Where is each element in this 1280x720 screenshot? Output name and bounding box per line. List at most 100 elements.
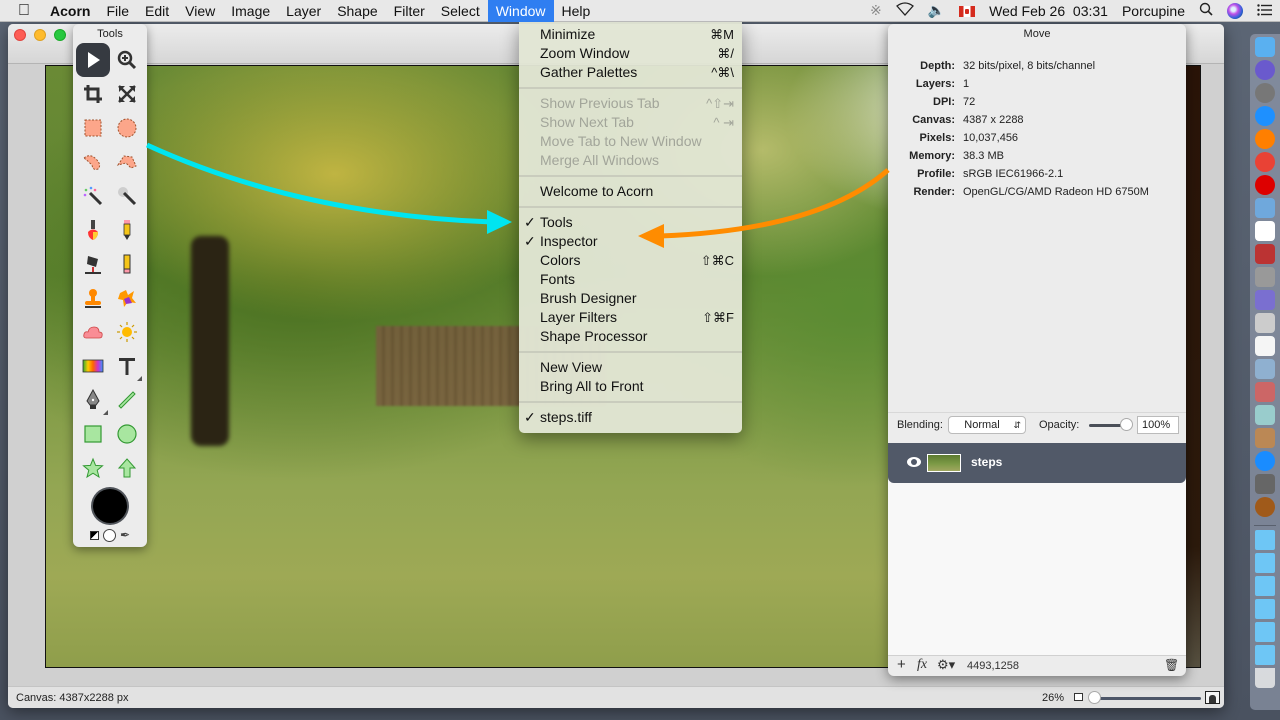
menu-item-brush-designer[interactable]: Brush Designer (519, 289, 742, 308)
dock-app-safari-icon[interactable] (1255, 106, 1275, 126)
menu-item-zoom-window[interactable]: Zoom Window ⌘/ (519, 44, 742, 63)
dock-app-firefox-icon[interactable] (1255, 129, 1275, 149)
layer-filters-button[interactable]: fx (917, 657, 927, 673)
menu-filter[interactable]: Filter (386, 0, 433, 22)
crop-tool[interactable] (76, 77, 110, 111)
menu-item-gather-palettes[interactable]: Gather Palettes ^⌘\ (519, 63, 742, 82)
menu-item-inspector[interactable]: ✓ Inspector (519, 232, 742, 251)
zoom-tool[interactable] (110, 43, 144, 77)
gradient-tool[interactable] (76, 349, 110, 383)
dock-folder-icon[interactable] (1255, 530, 1275, 550)
cloud-tool[interactable] (76, 315, 110, 349)
minimize-button[interactable] (34, 29, 46, 41)
menu-item-bring-all-to-front[interactable]: Bring All to Front (519, 377, 742, 396)
line-tool[interactable] (110, 383, 144, 417)
dock-app-siri-icon[interactable] (1255, 60, 1275, 80)
menu-item-tools[interactable]: ✓ Tools (519, 213, 742, 232)
menu-select[interactable]: Select (433, 0, 488, 22)
dock-app-launchpad-icon[interactable] (1255, 83, 1275, 103)
magic-wand-tool[interactable] (76, 179, 110, 213)
effects-brush-tool[interactable] (110, 281, 144, 315)
rect-select-tool[interactable] (76, 111, 110, 145)
dock-app-calendar-icon[interactable] (1255, 221, 1275, 241)
visibility-eye-icon[interactable] (907, 457, 921, 467)
dock-folder-icon[interactable] (1255, 645, 1275, 665)
color-well[interactable] (93, 489, 127, 523)
layer-row[interactable]: steps (888, 443, 1186, 483)
instant-alpha-tool[interactable] (110, 179, 144, 213)
dock-app-photos-icon[interactable] (1255, 428, 1275, 448)
menu-shape[interactable]: Shape (329, 0, 385, 22)
trash-icon[interactable]: 🗑 (1164, 658, 1179, 672)
menu-item-shape-processor[interactable]: Shape Processor (519, 327, 742, 346)
transform-tool[interactable] (110, 77, 144, 111)
gear-menu-icon[interactable]: ⚙▾ (937, 657, 955, 673)
brush-tool[interactable] (76, 213, 110, 247)
dock-app-textedit-icon[interactable] (1255, 336, 1275, 356)
dock-folder-icon[interactable] (1255, 576, 1275, 596)
close-button[interactable] (14, 29, 26, 41)
menu-file[interactable]: File (98, 0, 137, 22)
menu-image[interactable]: Image (223, 0, 278, 22)
menu-item-new-view[interactable]: New View (519, 358, 742, 377)
clock[interactable]: Wed Feb 26 03:31 (982, 3, 1115, 19)
siri-icon[interactable] (1220, 2, 1250, 20)
dock-app-system-preferences-icon[interactable] (1255, 474, 1275, 494)
ellipse-select-tool[interactable] (110, 111, 144, 145)
notification-center-icon[interactable] (1250, 3, 1280, 19)
dock-folder-icon[interactable] (1255, 622, 1275, 642)
wifi-icon[interactable] (889, 2, 921, 19)
bezier-pen-tool[interactable] (76, 383, 110, 417)
dock-folder-icon[interactable] (1255, 553, 1275, 573)
eraser-tool[interactable] (110, 247, 144, 281)
dock-app-calculator-icon[interactable] (1255, 267, 1275, 287)
dock-app-app-store-icon[interactable] (1255, 451, 1275, 471)
fill-color-swatch[interactable] (102, 528, 116, 542)
bluetooth-icon[interactable]: ※ (863, 2, 889, 19)
apple-menu-icon[interactable]:  (0, 0, 42, 22)
dock-trash-icon[interactable] (1255, 668, 1275, 688)
dock-app-maps-icon[interactable] (1255, 405, 1275, 425)
rectangle-shape-tool[interactable] (76, 417, 110, 451)
user-name[interactable]: Porcupine (1115, 3, 1192, 19)
star-shape-tool[interactable] (76, 451, 110, 485)
zoom-slider-knob[interactable] (1088, 691, 1101, 704)
menu-view[interactable]: View (177, 0, 223, 22)
menu-window[interactable]: Window (487, 0, 554, 22)
dock-app-acorn-icon[interactable] (1255, 497, 1275, 517)
zoom-out-icon[interactable] (1074, 693, 1083, 701)
polygon-lasso-tool[interactable] (110, 145, 144, 179)
oval-shape-tool[interactable] (110, 417, 144, 451)
menu-layer[interactable]: Layer (278, 0, 329, 22)
dock-app-bbedit-icon[interactable] (1255, 290, 1275, 310)
dock-app-chrome-icon[interactable] (1255, 152, 1275, 172)
app-menu[interactable]: Acorn (42, 0, 98, 22)
opacity-field[interactable]: 100% (1137, 416, 1179, 434)
menu-item-minimize[interactable]: Minimize ⌘M (519, 25, 742, 44)
dock-folder-icon[interactable] (1255, 599, 1275, 619)
arrow-shape-tool[interactable] (110, 451, 144, 485)
dock-app-screenshot-icon[interactable] (1255, 313, 1275, 333)
dock-app-preview-icon[interactable] (1255, 198, 1275, 218)
menu-edit[interactable]: Edit (137, 0, 177, 22)
menu-item-fonts[interactable]: Fonts (519, 270, 742, 289)
eyedropper-icon[interactable]: ✒ (120, 528, 130, 542)
opacity-slider-knob[interactable] (1120, 418, 1133, 431)
menu-item-colors[interactable]: Colors ⇧⌘C (519, 251, 742, 270)
pencil-tool[interactable] (110, 213, 144, 247)
menu-item-steps-tiff[interactable]: ✓ steps.tiff (519, 408, 742, 427)
zoom-button[interactable] (54, 29, 66, 41)
menu-item-layer-filters[interactable]: Layer Filters ⇧⌘F (519, 308, 742, 327)
paint-bucket-tool[interactable] (76, 247, 110, 281)
dock-app-opera-icon[interactable] (1255, 175, 1275, 195)
clone-stamp-tool[interactable] (76, 281, 110, 315)
zoom-slider-track[interactable] (1095, 697, 1201, 700)
add-layer-button[interactable]: + (897, 656, 906, 673)
dodge-burn-tool[interactable] (110, 315, 144, 349)
volume-icon[interactable]: 🔈 (921, 2, 952, 19)
dock-app-finder-icon[interactable] (1255, 37, 1275, 57)
dock-app-image-capture-icon[interactable] (1255, 359, 1275, 379)
text-tool[interactable] (110, 349, 144, 383)
swap-colors-icon[interactable] (89, 530, 99, 540)
dock-app-photo-booth-icon[interactable] (1255, 382, 1275, 402)
